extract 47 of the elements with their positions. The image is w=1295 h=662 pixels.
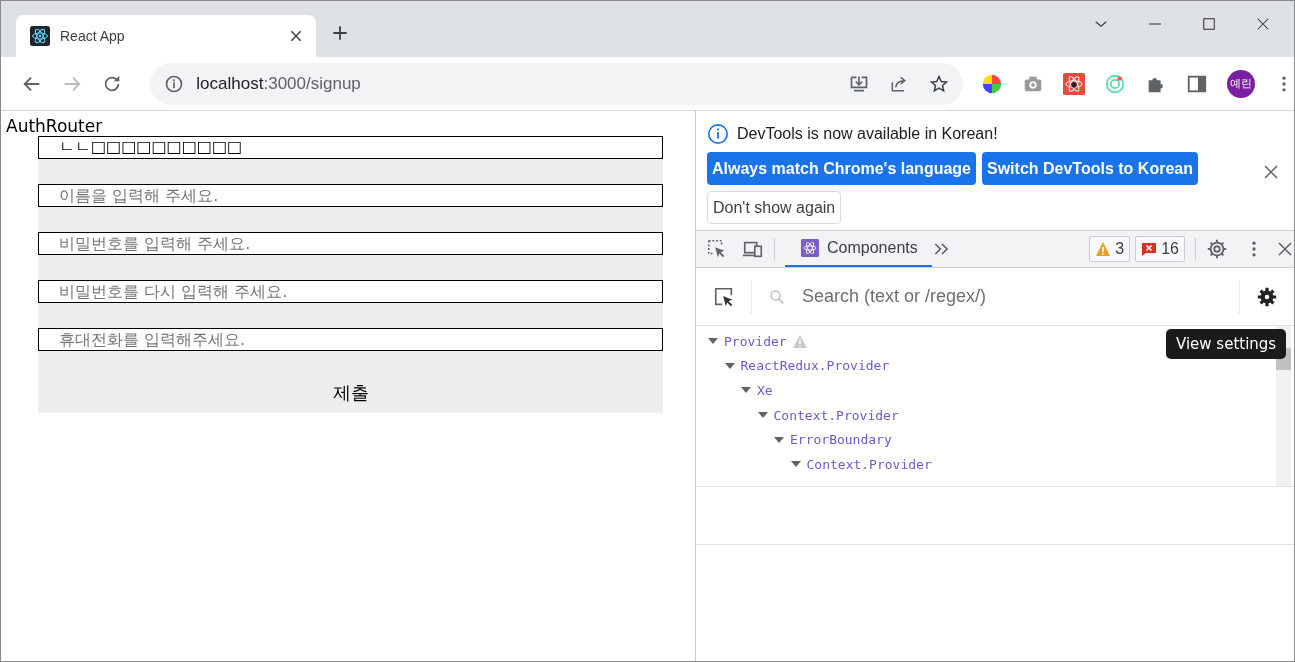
text-field[interactable]: 비밀번호를 입력해 주세요. [38,232,663,255]
settings-icon[interactable] [1256,285,1278,308]
plus-icon[interactable] [330,23,350,43]
warning-icon [1095,241,1112,257]
info-icon [707,123,729,145]
text-field[interactable]: 비밀번호를 다시 입력해 주세요. [38,280,663,303]
component-name[interactable]: Provider [724,333,787,349]
expanded-triangle-icon[interactable] [774,434,784,445]
tab-title: React App [60,28,126,44]
page-heading: AuthRouter [6,116,104,136]
text-field[interactable]: 이름을 입력해 주세요. [38,184,663,207]
tooltip: View settings [1166,329,1287,359]
star-icon[interactable] [929,73,949,94]
info-icon[interactable] [164,73,185,94]
maximize-icon[interactable] [1200,15,1218,33]
component-name[interactable]: Xe [757,383,773,398]
infobar-button[interactable]: Switch DevTools to Korean [982,152,1198,185]
url-text: localhost:3000/signup [196,73,362,94]
close-icon[interactable] [288,28,304,44]
close-icon[interactable] [1276,240,1294,258]
infobar-button[interactable]: Don't show again [707,191,842,224]
component-name[interactable]: ErrorBoundary [790,432,892,448]
search-field[interactable]: Search (text or /regex/) [800,285,1239,308]
text-field[interactable]: ㄴㄴ□□□□□□□□□□ [38,136,663,159]
infobar-button[interactable]: Always match Chrome's language [707,152,976,185]
react-devtools-icon[interactable] [1063,72,1085,95]
panel-tab[interactable]: Components [785,231,932,267]
close-icon[interactable] [1262,163,1280,181]
profile-avatar[interactable]: 예린 [1227,69,1255,98]
address-bar[interactable]: localhost:3000/signup [150,62,963,105]
select-element-icon[interactable] [713,285,735,308]
component-name[interactable]: Context.Provider [773,407,899,423]
react-logo-icon [30,26,50,46]
expanded-triangle-icon[interactable] [724,360,735,371]
target-icon[interactable] [1104,72,1126,95]
error-counter[interactable]: 16 [1135,236,1185,262]
infobar-message: DevTools is now available in Korean! [737,125,998,143]
warning-counter[interactable]: 3 [1089,236,1131,262]
error-icon [1141,241,1158,257]
submit-button[interactable]: 제출 [326,373,375,413]
react-logo-icon [801,239,819,257]
browser-tab[interactable]: React App [16,15,316,57]
component-name[interactable]: Context.Provider [806,456,932,472]
color-wheel-icon[interactable] [981,72,1003,95]
text-field[interactable]: 휴대전화를 입력해주세요. [38,328,663,351]
search-icon [768,287,786,306]
component-name[interactable]: ReactRedux.Provider [740,358,890,374]
